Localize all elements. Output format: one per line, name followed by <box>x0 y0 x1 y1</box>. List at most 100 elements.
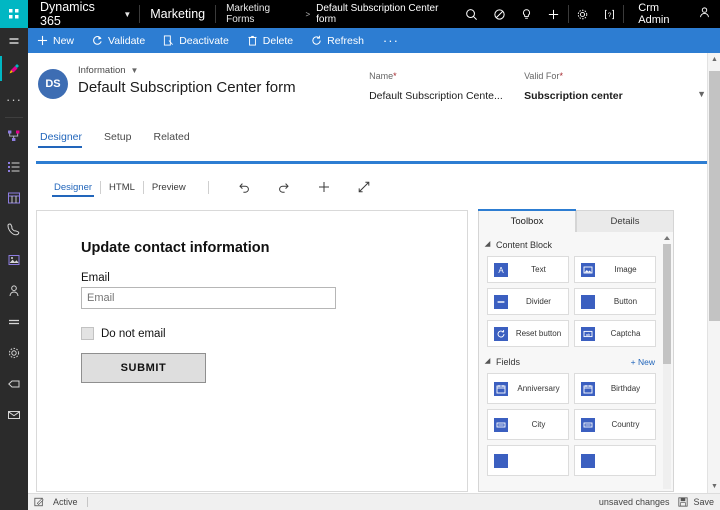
designer-mode-designer[interactable]: Designer <box>46 182 100 193</box>
form-selector[interactable]: Information ▼ <box>78 65 296 76</box>
tab-toolbox[interactable]: Toolbox <box>478 210 576 232</box>
sidebar-item-segments[interactable] <box>0 306 28 337</box>
email-field-label: Email <box>81 272 443 284</box>
tab-designer[interactable]: Designer <box>38 131 92 148</box>
expand-icon[interactable] <box>357 180 371 194</box>
designer-mode-preview[interactable]: Preview <box>144 182 194 193</box>
assistant-icon[interactable] <box>485 0 512 28</box>
settings-gear-icon[interactable] <box>569 0 596 28</box>
overflow-button[interactable]: ··· <box>373 28 409 53</box>
toolbox-item-captcha[interactable]: ab Captcha <box>574 320 656 347</box>
brand-menu[interactable]: Dynamics 365 ▼ <box>28 0 139 28</box>
chevron-down-icon[interactable]: ▼ <box>679 71 706 102</box>
status-left: Active <box>34 497 88 507</box>
person-icon <box>698 6 711 22</box>
sidebar-item-settings[interactable] <box>0 337 28 368</box>
breadcrumb-parent[interactable]: Marketing Forms <box>226 3 299 25</box>
undo-icon[interactable] <box>237 180 251 194</box>
sidebar-item-recent-pinned[interactable] <box>0 53 28 84</box>
sidebar-item-more-nav[interactable]: ··· <box>0 84 28 115</box>
journey-icon <box>7 129 21 143</box>
tab-setup[interactable]: Setup <box>102 131 141 148</box>
person-icon <box>7 284 21 298</box>
validate-button[interactable]: Validate <box>83 28 154 53</box>
add-icon[interactable] <box>540 0 567 28</box>
sidebar-item-keywords[interactable] <box>0 368 28 399</box>
record-header: DS Information ▼ Default Subscription Ce… <box>28 53 720 122</box>
do-not-email-checkbox-row[interactable]: Do not email <box>81 327 443 340</box>
delete-button[interactable]: Delete <box>238 28 302 53</box>
hamburger-icon[interactable] <box>0 28 28 53</box>
scroll-thumb[interactable] <box>709 71 720 321</box>
email-input[interactable] <box>81 287 336 309</box>
app-name[interactable]: Marketing <box>140 0 215 28</box>
scroll-up-arrow-icon[interactable] <box>664 236 670 240</box>
captcha-icon: ab <box>581 327 595 341</box>
divider <box>87 497 88 507</box>
delete-label: Delete <box>263 35 293 47</box>
form-selector-label: Information <box>78 65 126 76</box>
tab-details[interactable]: Details <box>576 210 674 232</box>
scroll-thumb[interactable] <box>663 244 671 364</box>
toolbox-item-partial[interactable] <box>487 445 569 476</box>
label-text: Valid For <box>524 71 559 81</box>
new-label: New <box>53 35 74 47</box>
toolbox-content: Content Block A Text <box>478 232 674 492</box>
page-icon <box>7 191 21 205</box>
designer-mode-html[interactable]: HTML <box>101 182 143 193</box>
sidebar-item-customer-journeys[interactable] <box>0 120 28 151</box>
sidebar-item-marketing-pages[interactable] <box>0 182 28 213</box>
toolbox-item-image[interactable]: Image <box>574 256 656 283</box>
help-icon[interactable]: ? <box>596 0 623 28</box>
form-heading[interactable]: Update contact information <box>81 240 443 256</box>
toolbox-item-anniversary[interactable]: Anniversary <box>487 373 569 404</box>
page-scrollbar[interactable]: ▲ ▼ <box>707 53 720 493</box>
text-block-icon: A <box>494 263 508 277</box>
gear-icon <box>7 346 21 360</box>
breadcrumb: Marketing Forms > Default Subscription C… <box>216 3 458 25</box>
toolbox-item-divider[interactable]: Divider <box>487 288 569 315</box>
add-icon[interactable] <box>317 180 331 194</box>
toolbox-item-city[interactable]: City <box>487 409 569 440</box>
submit-button[interactable]: SUBMIT <box>81 353 206 383</box>
new-button[interactable]: New <box>28 28 83 53</box>
header-field-validfor-value[interactable]: Subscription center <box>524 90 679 102</box>
refresh-button[interactable]: Refresh <box>302 28 373 53</box>
toolbox-item-country[interactable]: Country <box>574 409 656 440</box>
tab-related[interactable]: Related <box>151 131 199 148</box>
toolbox-item-button[interactable]: Button <box>574 288 656 315</box>
user-menu[interactable]: Crm Admin <box>624 0 720 28</box>
new-field-link[interactable]: + New <box>631 357 655 367</box>
divider <box>5 117 23 118</box>
waffle-icon[interactable] <box>0 0 28 28</box>
save-button[interactable]: Save <box>678 497 714 507</box>
sidebar-item-phone-calls[interactable] <box>0 213 28 244</box>
designer-body: Update contact information Email Do not … <box>36 210 712 492</box>
toolbox-scrollbar[interactable] <box>663 236 671 489</box>
sidebar-item-marketing-images[interactable] <box>0 244 28 275</box>
section-header-fields[interactable]: Fields + New <box>487 357 667 367</box>
toolbox-item-birthday[interactable]: Birthday <box>574 373 656 404</box>
header-field-name-value[interactable]: Default Subscription Cente... <box>369 90 524 102</box>
sidebar-item-emails[interactable] <box>0 399 28 430</box>
deactivate-button[interactable]: Deactivate <box>154 28 238 53</box>
lightbulb-icon[interactable] <box>513 0 540 28</box>
checkbox-icon[interactable] <box>81 327 94 340</box>
toolbox-item-partial[interactable] <box>574 445 656 476</box>
toolbox-item-reset-button[interactable]: Reset button <box>487 320 569 347</box>
sidebar-item-marketing-forms[interactable] <box>0 151 28 182</box>
scroll-down-arrow-icon[interactable]: ▼ <box>708 480 720 493</box>
list-icon <box>7 160 21 174</box>
sidebar-item-contacts[interactable] <box>0 275 28 306</box>
app-bar-actions: ? Crm Admin <box>458 0 720 28</box>
toolbox-item-text[interactable]: A Text <box>487 256 569 283</box>
calendar-field-icon <box>494 382 508 396</box>
search-icon[interactable] <box>458 0 485 28</box>
record-title-group: Information ▼ Default Subscription Cente… <box>78 65 296 96</box>
header-field-name: Name* Default Subscription Cente... <box>369 71 524 102</box>
redo-icon[interactable] <box>277 180 291 194</box>
scroll-up-arrow-icon[interactable]: ▲ <box>708 53 720 66</box>
form-canvas[interactable]: Update contact information Email Do not … <box>36 210 468 492</box>
avatar: DS <box>38 69 68 99</box>
section-header-content-block[interactable]: Content Block <box>487 240 667 250</box>
